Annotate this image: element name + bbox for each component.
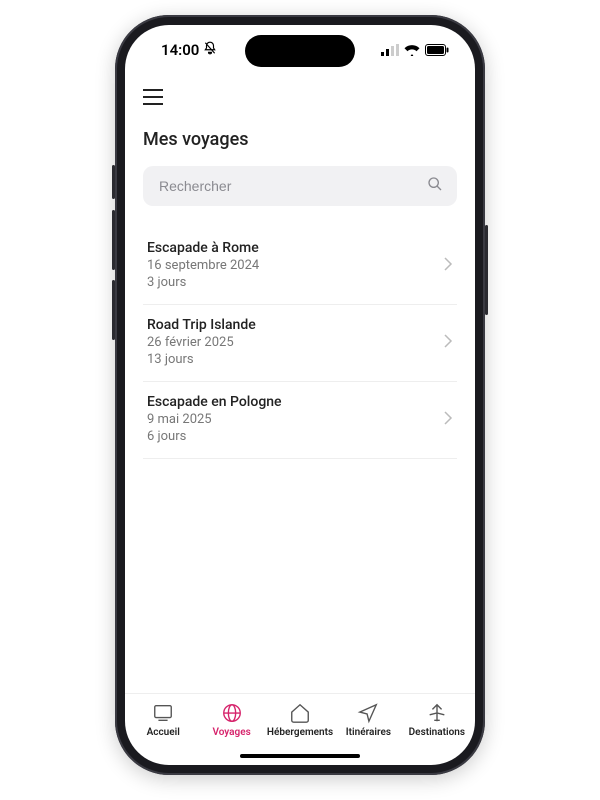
tab-home[interactable]: Accueil	[129, 702, 197, 738]
trip-date: 26 février 2025	[147, 335, 443, 350]
hamburger-menu-button[interactable]	[143, 85, 167, 109]
trip-duration: 3 jours	[147, 275, 443, 290]
trip-list: Escapade à Rome 16 septembre 2024 3 jour…	[143, 228, 457, 459]
side-button	[112, 280, 115, 340]
chevron-right-icon	[443, 333, 453, 352]
side-button	[485, 225, 488, 315]
list-item[interactable]: Escapade en Pologne 9 mai 2025 6 jours	[143, 382, 457, 459]
trip-date: 9 mai 2025	[147, 412, 443, 427]
trip-title: Escapade à Rome	[147, 240, 443, 256]
tab-label: Itinéraires	[346, 727, 391, 738]
plane-icon	[426, 702, 448, 724]
app-content: Mes voyages Escapade à Rome 16 septembre…	[125, 75, 475, 693]
tab-label: Accueil	[147, 727, 180, 738]
dynamic-island	[245, 35, 355, 67]
tab-destinations[interactable]: Destinations	[403, 702, 471, 738]
wifi-icon	[404, 44, 420, 56]
phone-frame: 14:00 Mes voyages	[115, 15, 485, 775]
battery-icon	[425, 44, 449, 56]
tab-itineraries[interactable]: Itinéraires	[334, 702, 402, 738]
page-title: Mes voyages	[143, 129, 457, 150]
home-indicator[interactable]	[240, 754, 360, 758]
side-button	[112, 165, 115, 199]
screen: 14:00 Mes voyages	[125, 25, 475, 765]
chevron-right-icon	[443, 410, 453, 429]
tab-label: Hébergements	[267, 727, 333, 738]
trip-duration: 6 jours	[147, 429, 443, 444]
status-time: 14:00	[161, 41, 199, 59]
tab-trips[interactable]: Voyages	[197, 702, 265, 738]
bell-off-icon	[203, 41, 217, 59]
search-input[interactable]	[157, 177, 417, 195]
search-bar[interactable]	[143, 166, 457, 206]
tab-label: Voyages	[212, 727, 250, 738]
chevron-right-icon	[443, 256, 453, 275]
trip-duration: 13 jours	[147, 352, 443, 367]
trip-date: 16 septembre 2024	[147, 258, 443, 273]
trip-title: Road Trip Islande	[147, 317, 443, 333]
home-icon	[289, 702, 311, 724]
cellular-icon	[381, 44, 399, 56]
monitor-icon	[152, 702, 174, 724]
trip-title: Escapade en Pologne	[147, 394, 443, 410]
list-item[interactable]: Escapade à Rome 16 septembre 2024 3 jour…	[143, 228, 457, 305]
side-button	[112, 210, 115, 270]
search-icon	[427, 176, 443, 196]
tab-lodging[interactable]: Hébergements	[266, 702, 334, 738]
globe-icon	[221, 702, 243, 724]
list-item[interactable]: Road Trip Islande 26 février 2025 13 jou…	[143, 305, 457, 382]
tab-label: Destinations	[409, 727, 465, 738]
navigation-icon	[357, 702, 379, 724]
